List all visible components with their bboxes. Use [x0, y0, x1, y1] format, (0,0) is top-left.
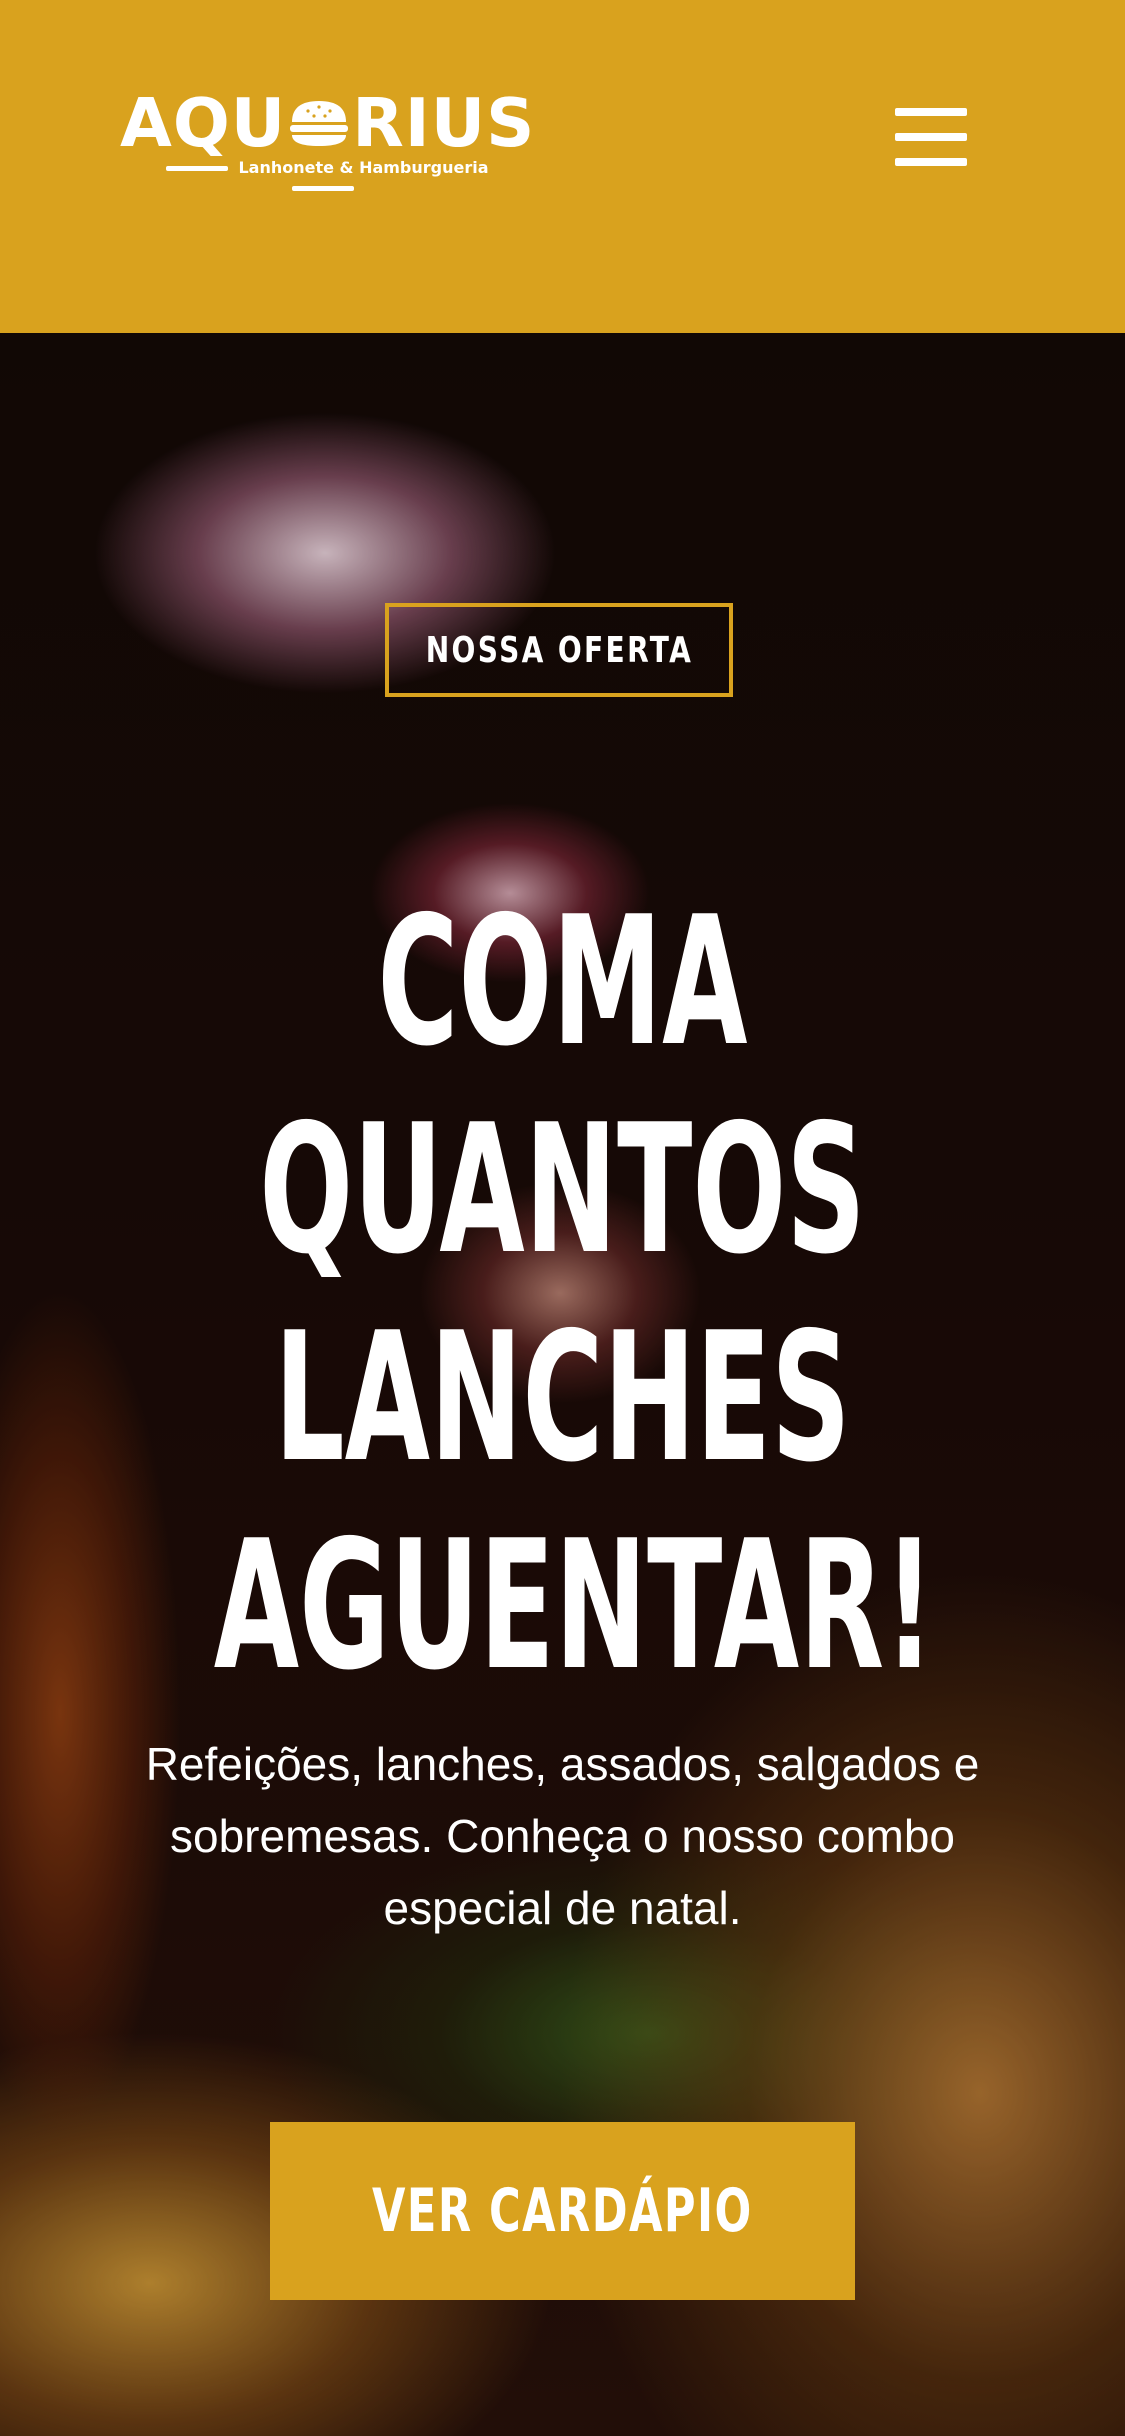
logo-wordmark: AQU RIUS — [120, 88, 535, 158]
logo-tagline: Lanhonete & Hamburgueria — [238, 158, 489, 177]
offer-tag: NOSSA OFERTA — [385, 603, 733, 697]
tagline-divider-left — [166, 166, 229, 171]
headline-line-4: AGUENTAR! — [213, 1502, 935, 1709]
headline-line-3: LANCHES — [274, 1294, 851, 1501]
hero-headline: COMA QUANTOS LANCHES AGUENTAR! — [0, 878, 1125, 1710]
logo-suffix: RIUS — [352, 84, 536, 162]
logo-tagline-row: Lanhonete & Hamburgueria — [120, 158, 525, 198]
hamburger-menu-icon[interactable] — [895, 108, 971, 166]
hero-description: Refeições, lanches, assados, salgados e … — [145, 1738, 980, 1934]
site-header: AQU RIUS Lanhonete & Hamburgueria — [0, 0, 1125, 333]
headline-line-1: COMA — [377, 878, 748, 1085]
headline-line-2: QUANTOS — [259, 1086, 866, 1293]
view-menu-button-label: VER CARDÁPIO — [372, 2176, 753, 2246]
brand-logo[interactable]: AQU RIUS Lanhonete & Hamburgueria — [120, 88, 534, 191]
logo-prefix: AQU — [120, 84, 287, 162]
burger-icon — [288, 90, 350, 146]
view-menu-button[interactable]: VER CARDÁPIO — [270, 2122, 855, 2300]
offer-tag-label: NOSSA OFERTA — [425, 629, 693, 671]
hero-section: NOSSA OFERTA COMA QUANTOS LANCHES AGUENT… — [0, 333, 1125, 2436]
tagline-divider-right — [291, 186, 354, 191]
